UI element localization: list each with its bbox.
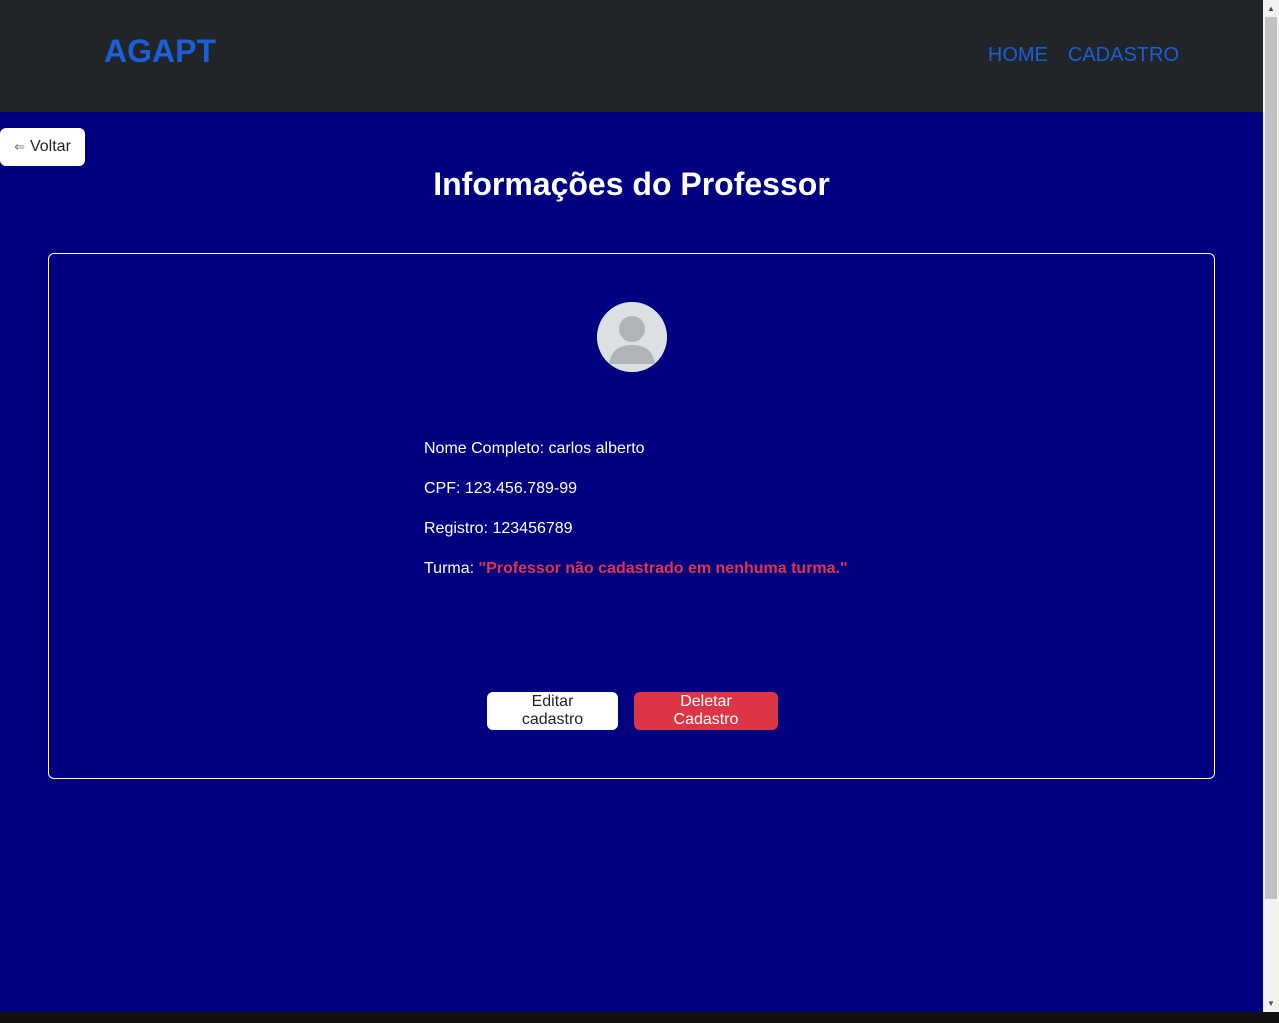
nav-link-home[interactable]: HOME: [988, 44, 1048, 67]
scrollbar-thumb[interactable]: [1265, 17, 1277, 899]
nome-label: Nome Completo:: [424, 440, 549, 457]
back-button-label: Voltar: [29, 138, 71, 155]
bottom-bar: [0, 1012, 1279, 1023]
turma-status: "Professor não cadastrado em nenhuma tur…: [478, 560, 848, 577]
nome-value: carlos alberto: [548, 440, 645, 457]
delete-button[interactable]: Deletar Cadastro: [634, 692, 778, 730]
registro-row: Registro: 123456789: [424, 517, 848, 557]
page: AGAPT HOME CADASTRO ⇐ Voltar Informações…: [0, 0, 1263, 1012]
page-title: Informações do Professor: [433, 166, 830, 202]
user-avatar-icon: [597, 302, 667, 372]
professor-info: Nome Completo: carlos alberto CPF: 123.4…: [424, 437, 848, 597]
navbar: AGAPT HOME CADASTRO: [0, 0, 1263, 112]
nav-link-cadastro[interactable]: CADASTRO: [1068, 44, 1179, 67]
edit-button[interactable]: Editar cadastro: [487, 692, 618, 730]
registro-label: Registro:: [424, 520, 493, 537]
nav-links: HOME CADASTRO: [988, 44, 1179, 67]
turma-label: Turma:: [424, 560, 479, 577]
turma-row: Turma: "Professor não cadastrado em nenh…: [424, 557, 848, 597]
registro-value: 123456789: [492, 520, 573, 537]
nome-row: Nome Completo: carlos alberto: [424, 437, 848, 477]
vertical-scrollbar[interactable]: ▲ ▼: [1263, 0, 1279, 1012]
back-button[interactable]: ⇐ Voltar: [0, 128, 85, 166]
brand-logo[interactable]: AGAPT: [104, 33, 216, 70]
cpf-value: 123.456.789-99: [464, 480, 577, 497]
cpf-row: CPF: 123.456.789-99: [424, 477, 848, 517]
professor-card: Nome Completo: carlos alberto CPF: 123.4…: [48, 253, 1215, 779]
back-arrow-icon: ⇐: [14, 139, 25, 154]
card-actions: Editar cadastro Deletar Cadastro: [49, 692, 1216, 730]
scroll-up-icon[interactable]: ▲: [1263, 0, 1279, 17]
scroll-down-icon[interactable]: ▼: [1263, 995, 1279, 1012]
cpf-label: CPF:: [424, 480, 465, 497]
